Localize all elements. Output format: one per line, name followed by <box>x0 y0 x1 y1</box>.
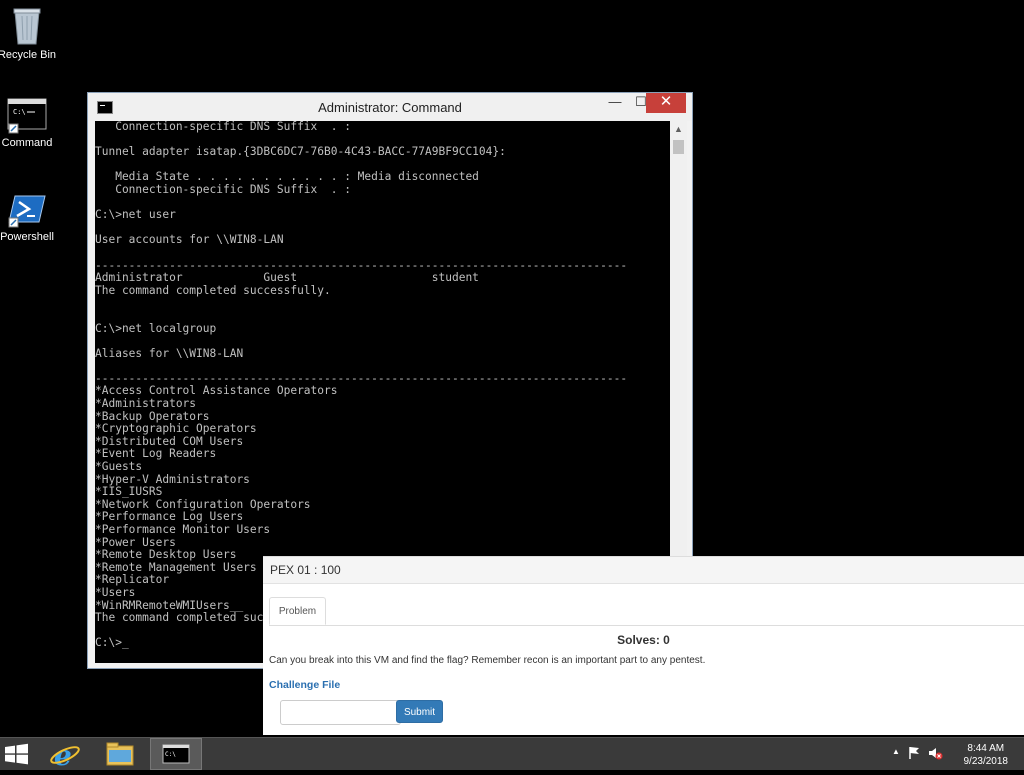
window-titlebar[interactable]: Administrator: Command — ☐ ✕ <box>88 93 692 121</box>
challenge-file-link[interactable]: Challenge File <box>269 679 340 691</box>
challenge-panel: PEX 01 : 100 Problem Solves: 0 Can you b… <box>263 556 1024 735</box>
system-clock[interactable]: 8:44 AM 9/23/2018 <box>964 742 1009 768</box>
recycle-bin-desktop-icon[interactable]: Recycle Bin <box>0 4 62 61</box>
svg-text:C:\: C:\ <box>165 751 176 758</box>
svg-text:C:\: C:\ <box>13 108 26 116</box>
powershell-label: Powershell <box>0 231 54 243</box>
flag-input[interactable] <box>280 700 401 725</box>
taskbar-internet-explorer[interactable]: e <box>43 738 91 772</box>
solves-count: Solves: 0 <box>617 633 670 647</box>
scroll-up-icon[interactable]: ▲ <box>670 121 687 138</box>
clock-time: 8:44 AM <box>967 743 1005 754</box>
command-label: Command <box>1 137 53 149</box>
action-center-flag-icon[interactable] <box>907 745 923 761</box>
clock-date: 9/23/2018 <box>963 756 1009 767</box>
folder-icon <box>106 742 134 766</box>
taskbar-command-prompt[interactable]: C:\ <box>150 738 202 770</box>
challenge-title: PEX 01 : 100 <box>263 557 1024 584</box>
powershell-icon <box>7 192 47 228</box>
taskbar: e C:\ ▲ 8:44 AM 9/23/2018 <box>0 737 1024 772</box>
volume-muted-icon[interactable] <box>927 745 943 761</box>
windows-logo-icon <box>5 743 28 765</box>
submit-button[interactable]: Submit <box>396 700 443 723</box>
recycle-bin-icon <box>11 4 43 46</box>
system-tray: ▲ 8:44 AM 9/23/2018 <box>884 738 1024 770</box>
recycle-bin-label: Recycle Bin <box>0 49 57 61</box>
internet-explorer-icon: e <box>50 739 80 772</box>
close-button[interactable]: ✕ <box>646 93 686 113</box>
scrollbar-thumb[interactable] <box>673 140 684 154</box>
challenge-description: Can you break into this VM and find the … <box>269 655 706 666</box>
show-hidden-icons-icon[interactable]: ▲ <box>892 747 900 756</box>
taskbar-file-explorer[interactable] <box>97 738 145 770</box>
tab-problem[interactable]: Problem <box>269 597 326 625</box>
command-prompt-icon: C:\ <box>7 98 47 134</box>
command-prompt-icon: C:\ <box>162 744 190 764</box>
challenge-tabs: Problem <box>269 597 1024 626</box>
command-desktop-icon[interactable]: C:\ Command <box>0 98 62 149</box>
powershell-desktop-icon[interactable]: Powershell <box>0 192 62 243</box>
start-button[interactable] <box>0 738 48 770</box>
